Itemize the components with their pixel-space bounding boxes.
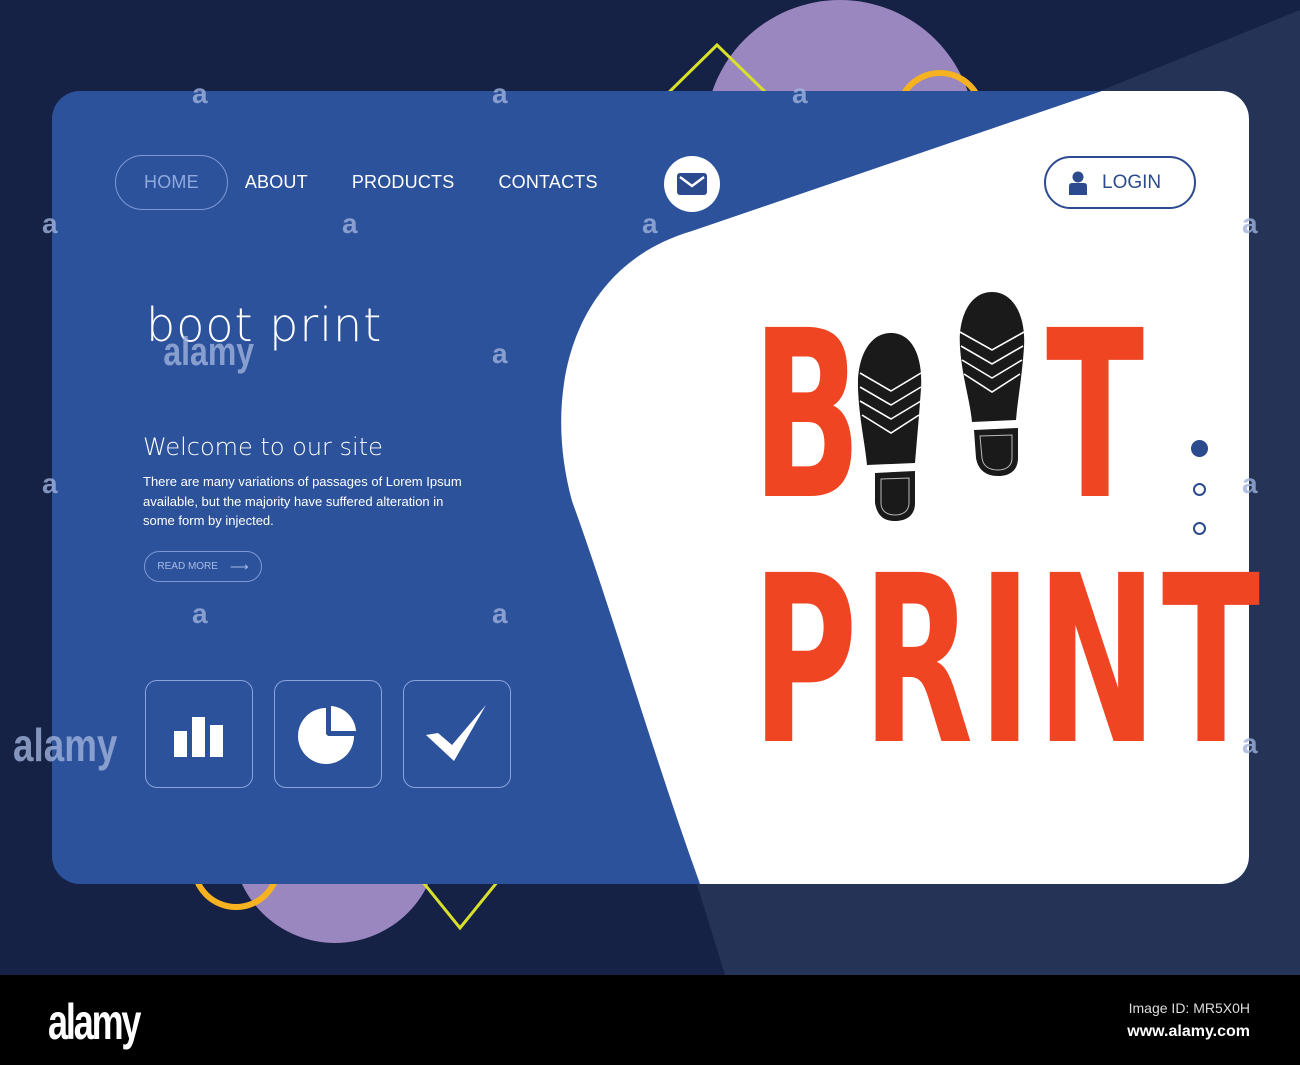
- carousel-indicators: [1191, 440, 1208, 561]
- footer-website: www.alamy.com: [1127, 1023, 1250, 1040]
- footer-brand-logo: alamy: [48, 994, 141, 1050]
- footer-bar: alamy Image ID: MR5X0H www.alamy.com: [0, 975, 1300, 1065]
- site-title: boot print: [146, 298, 383, 352]
- arrow-right-icon: ⟶: [229, 558, 249, 574]
- nav-contacts[interactable]: CONTACTS: [498, 172, 597, 193]
- envelope-icon: [677, 173, 707, 195]
- boot-sole-icon: [857, 333, 922, 521]
- nav-home[interactable]: HOME: [115, 155, 228, 210]
- nav-about[interactable]: ABOUT: [245, 172, 308, 193]
- carousel-dot-1[interactable]: [1191, 440, 1208, 457]
- feature-tile-tasks[interactable]: [403, 680, 511, 788]
- read-more-label: READ MORE: [157, 561, 218, 572]
- feature-tile-analytics[interactable]: [274, 680, 382, 788]
- footer-image-id: Image ID: MR5X0H: [1128, 1000, 1250, 1016]
- hero-letter-b: B: [752, 281, 867, 551]
- bar-chart-icon: [174, 717, 223, 757]
- login-button[interactable]: LOGIN: [1044, 156, 1196, 209]
- checkmark-icon: [426, 705, 486, 761]
- mail-button[interactable]: [664, 156, 720, 212]
- carousel-dot-3[interactable]: [1193, 522, 1206, 535]
- carousel-dot-2[interactable]: [1193, 483, 1206, 496]
- welcome-description: There are many variations of passages of…: [143, 474, 462, 528]
- boot-sole-icon: [959, 292, 1025, 476]
- feature-tile-stats[interactable]: [145, 680, 253, 788]
- user-icon: [1069, 171, 1087, 195]
- page-canvas: HOME ABOUT PRODUCTS CONTACTS LOGIN boot …: [0, 0, 1300, 975]
- pie-chart-icon: [298, 706, 356, 764]
- nav-products[interactable]: PRODUCTS: [352, 172, 455, 193]
- login-label: LOGIN: [1102, 171, 1162, 193]
- welcome-heading: Welcome to our site: [143, 433, 383, 461]
- hero-letter-t: T: [1046, 281, 1150, 551]
- hero-word-print: PRINT: [752, 526, 1266, 796]
- read-more-button[interactable]: READ MORE ⟶: [144, 551, 262, 582]
- main-nav: HOME ABOUT PRODUCTS CONTACTS: [115, 155, 642, 210]
